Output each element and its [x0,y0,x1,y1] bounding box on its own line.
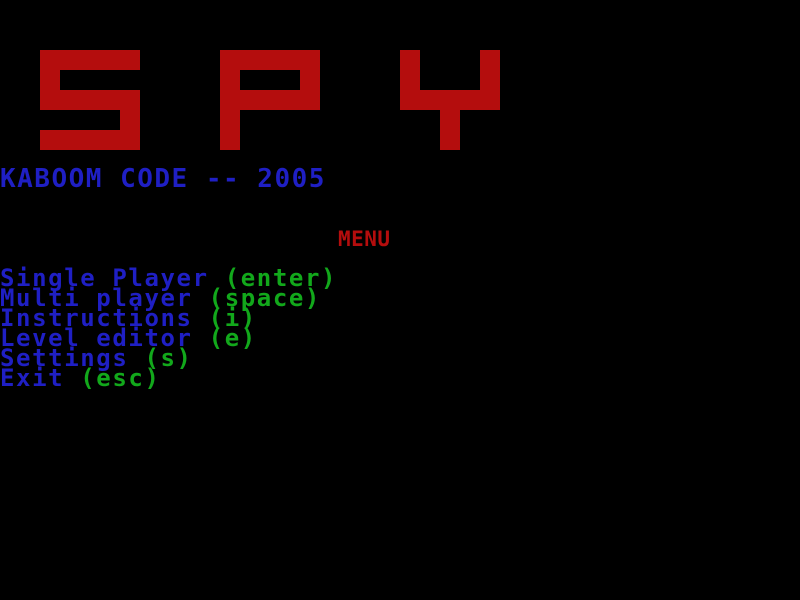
menu-item-key-hint: (e) [208,324,257,352]
logo-y-stem [440,110,460,150]
logo-p-middle [220,90,320,110]
menu-heading: MENU [338,227,391,251]
menu-item-label: Exit [0,364,81,392]
logo-p-bowl-right [300,70,320,90]
logo-s-lower-right [120,110,140,130]
logo-y-right-arm [480,50,500,90]
logo-s-middle [40,90,140,110]
logo-s-top [40,50,140,70]
main-menu: Single Player (enter) Multi player (spac… [0,266,337,390]
logo-s-bottom [40,130,140,150]
spy-logo: SPY [0,0,800,160]
logo-y-left-arm [400,50,420,90]
game-subtitle: KABOOM CODE -- 2005 [0,164,326,194]
logo-p-top [220,50,320,70]
logo-y-junction [400,90,500,110]
game-screen: SPY KABOOM CODE -- 2005 MENU Single Play… [0,0,800,600]
spy-logo-graphic [40,50,500,150]
logo-s-upper-left [40,70,60,90]
menu-item-key-hint: (esc) [80,364,161,392]
